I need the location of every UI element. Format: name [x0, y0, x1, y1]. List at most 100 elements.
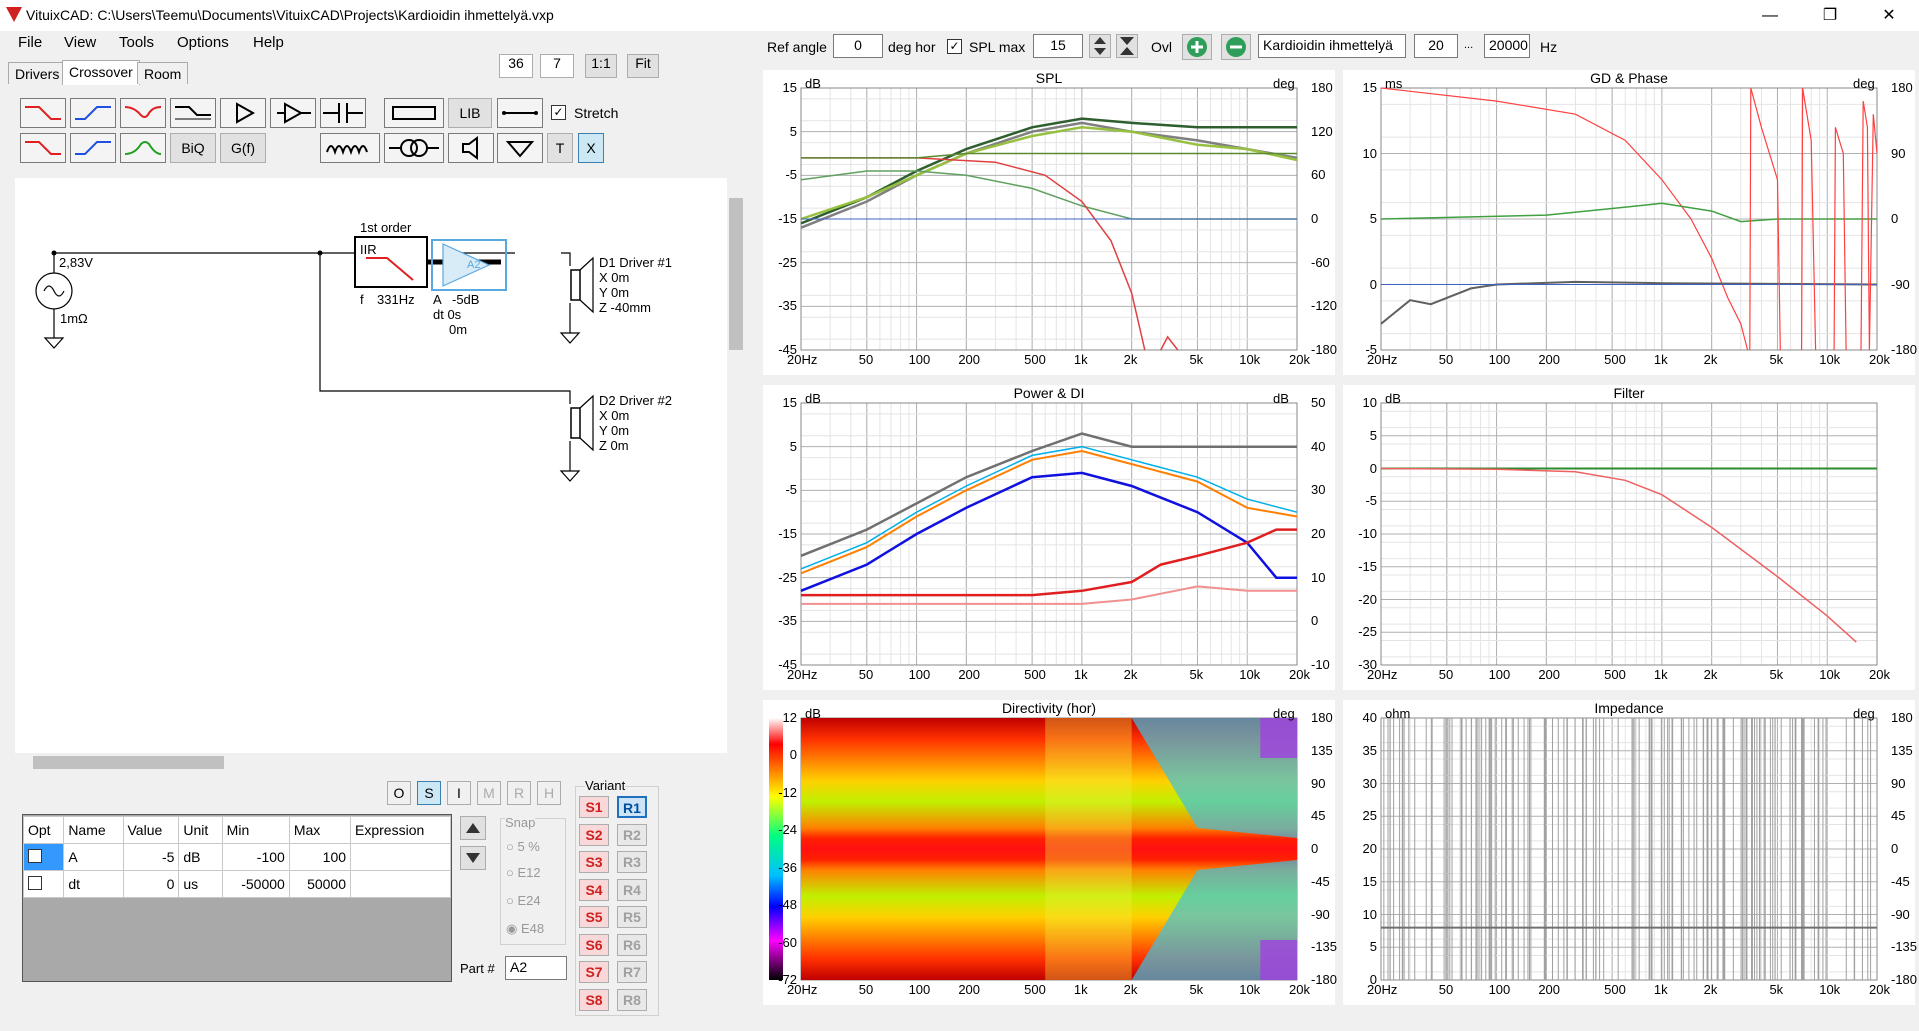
param-expression[interactable]: [351, 844, 451, 871]
minimize-button[interactable]: —: [1747, 0, 1793, 31]
add-overlay-button[interactable]: [1182, 34, 1212, 60]
menu-view[interactable]: View: [64, 34, 96, 51]
tab-o[interactable]: O: [387, 781, 411, 805]
tab-r[interactable]: R: [507, 781, 531, 805]
variant-s3-button[interactable]: S3: [579, 851, 609, 873]
schematic-canvas[interactable]: 2,83V 1mΩ 1st order IIR f 331Hz A2 A -5d…: [15, 178, 727, 753]
project-name-input[interactable]: Kardioidin ihmettelyä: [1258, 34, 1406, 58]
param-min[interactable]: -50000: [222, 871, 289, 898]
highpass-blue-button[interactable]: [70, 98, 116, 128]
zoom-1to1-button[interactable]: 1:1: [585, 54, 617, 78]
lowpass-2-button[interactable]: [20, 133, 66, 163]
capacitor-button[interactable]: [320, 98, 366, 128]
variant-r7-button[interactable]: R7: [617, 961, 647, 983]
spl-max-input[interactable]: 15: [1033, 34, 1083, 58]
variant-r2-button[interactable]: R2: [617, 824, 647, 846]
param-max[interactable]: 50000: [289, 871, 350, 898]
transformer-button[interactable]: [384, 133, 444, 163]
variant-r4-button[interactable]: R4: [617, 879, 647, 901]
variant-s7-button[interactable]: S7: [579, 961, 609, 983]
menu-file[interactable]: File: [18, 34, 42, 51]
variant-s1-button[interactable]: S1: [579, 796, 609, 818]
impedance-chart[interactable]: Impedance 40 35 30 25 20 15 10 5 0 180 135 90 45 0 -45-…: [1343, 700, 1915, 1005]
inductor-button[interactable]: [320, 133, 380, 163]
canvas-vertical-scrollbar[interactable]: [727, 178, 745, 753]
hscroll-thumb[interactable]: [33, 756, 224, 769]
amplifier-button[interactable]: [220, 98, 266, 128]
gd-phase-chart[interactable]: GD & Phase 15 10 5 0 -5 180 90 0 -90 -180 deg ms 20Hz…: [1343, 70, 1915, 375]
variant-r8-button[interactable]: R8: [617, 989, 647, 1011]
variant-r6-button[interactable]: R6: [617, 934, 647, 956]
x-tick-label: 200: [958, 667, 980, 682]
shelf-button[interactable]: [170, 98, 216, 128]
opt-checkbox[interactable]: [24, 844, 64, 871]
tab-m[interactable]: M: [477, 781, 501, 805]
menu-options[interactable]: Options: [177, 34, 229, 51]
zoom-fit-button[interactable]: Fit: [627, 54, 659, 78]
param-value[interactable]: -5: [123, 844, 179, 871]
zoom-a-input[interactable]: 36: [499, 54, 533, 78]
tab-drivers[interactable]: Drivers: [8, 62, 66, 84]
param-value[interactable]: 0: [123, 871, 179, 898]
transfer-function-button[interactable]: G(f): [220, 133, 266, 163]
speaker-button[interactable]: [448, 133, 494, 163]
variant-s5-button[interactable]: S5: [579, 906, 609, 928]
tab-crossover[interactable]: Crossover: [62, 60, 140, 85]
opt-checkbox[interactable]: [24, 871, 64, 898]
spl-chart[interactable]: SPL 15 5 -5 -15 -25 -35 -45 180 120 60 0 -60 -120 -180…: [763, 70, 1335, 375]
variant-s8-button[interactable]: S8: [579, 989, 609, 1011]
variant-s2-button[interactable]: S2: [579, 824, 609, 846]
param-expression[interactable]: [351, 871, 451, 898]
menu-help[interactable]: Help: [253, 34, 284, 51]
spl-up-down-button[interactable]: [1089, 34, 1111, 58]
buffer-button[interactable]: [270, 98, 316, 128]
variant-s6-button[interactable]: S6: [579, 934, 609, 956]
variant-r5-button[interactable]: R5: [617, 906, 647, 928]
freq-min-input[interactable]: 20: [1414, 34, 1458, 58]
close-button[interactable]: ✕: [1866, 0, 1912, 31]
bandstop-red-button[interactable]: [120, 98, 166, 128]
tab-room[interactable]: Room: [137, 62, 188, 84]
variant-r1-button[interactable]: R1: [617, 796, 647, 818]
table-row[interactable]: A -5 dB -100 100: [24, 844, 451, 871]
param-min[interactable]: -100: [222, 844, 289, 871]
text-button[interactable]: T: [547, 133, 573, 163]
part-input[interactable]: A2: [505, 956, 567, 980]
resistor-button[interactable]: [384, 98, 444, 128]
wire-button[interactable]: [497, 98, 543, 128]
spl-max-checkbox[interactable]: ✓: [947, 39, 962, 54]
power-di-chart[interactable]: Power & DI 15 5 -5 -15 -25 -35 -45 50 40 30 20 10 0 -1…: [763, 385, 1335, 690]
ground-button[interactable]: [497, 133, 543, 163]
lowpass-red-button[interactable]: [20, 98, 66, 128]
move-down-button[interactable]: [460, 846, 486, 870]
snap-option-e48[interactable]: ◉ E48: [506, 921, 544, 937]
snap-option-5pct[interactable]: ○ 5 %: [506, 839, 540, 854]
filter-chart[interactable]: Filter 10 5 0 -5 -10 -15 -20 -25 -30 dB 20Hz 50 100 20…: [1343, 385, 1915, 690]
table-row[interactable]: dt 0 us -50000 50000: [24, 871, 451, 898]
zoom-b-input[interactable]: 7: [540, 54, 574, 78]
snap-option-e12[interactable]: ○ E12: [506, 865, 541, 880]
param-max[interactable]: 100: [289, 844, 350, 871]
directivity-chart[interactable]: Directivity (hor) 12 0 -12 -24 -36 -48 -60 -72 18…: [763, 700, 1335, 1005]
library-button[interactable]: LIB: [448, 98, 492, 128]
remove-overlay-button[interactable]: [1221, 34, 1251, 60]
tab-h[interactable]: H: [537, 781, 561, 805]
move-up-button[interactable]: [460, 816, 486, 840]
snap-option-e24[interactable]: ○ E24: [506, 893, 541, 908]
bandpass-button[interactable]: [120, 133, 166, 163]
ref-angle-input[interactable]: 0: [833, 34, 883, 58]
biquad-button[interactable]: BiQ: [170, 133, 216, 163]
menu-tools[interactable]: Tools: [119, 34, 154, 51]
stretch-checkbox[interactable]: ✓: [551, 105, 566, 120]
canvas-horizontal-scrollbar[interactable]: [15, 753, 727, 771]
scrollbar-thumb[interactable]: [729, 198, 743, 350]
delete-button[interactable]: X: [578, 133, 604, 163]
freq-max-input[interactable]: 20000: [1484, 34, 1530, 58]
tab-i[interactable]: I: [447, 781, 471, 805]
maximize-button[interactable]: ❐: [1807, 0, 1853, 31]
variant-s4-button[interactable]: S4: [579, 879, 609, 901]
variant-r3-button[interactable]: R3: [617, 851, 647, 873]
highpass-2-button[interactable]: [70, 133, 116, 163]
spl-fit-button[interactable]: [1116, 34, 1138, 58]
tab-s[interactable]: S: [417, 781, 441, 805]
